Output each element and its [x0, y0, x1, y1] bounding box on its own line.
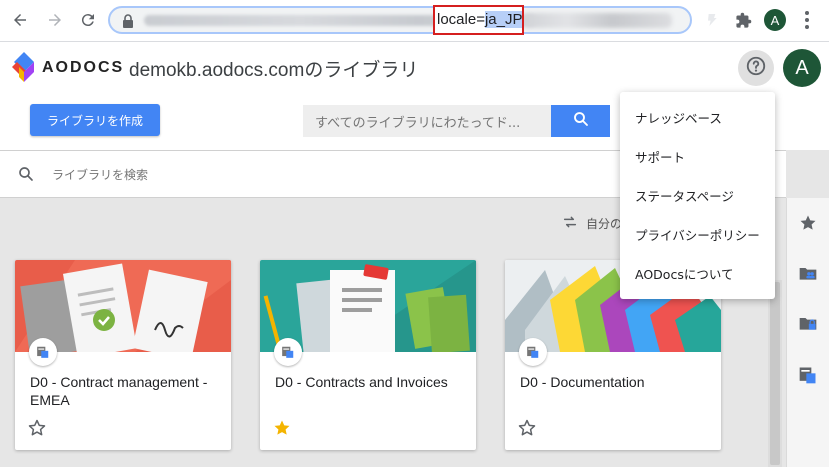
- star-icon[interactable]: [517, 418, 537, 438]
- locale-value: ja_JP: [484, 11, 523, 28]
- card-title: D0 - Contract management - EMEA: [30, 374, 208, 408]
- menu-item-support[interactable]: サポート: [620, 137, 775, 176]
- sort-control[interactable]: 自分の: [562, 214, 622, 233]
- menu-item-about[interactable]: AODocsについて: [620, 254, 775, 293]
- sort-label: 自分の: [586, 217, 623, 231]
- menu-item-knowledge-base[interactable]: ナレッジベース: [620, 98, 775, 137]
- reload-icon[interactable]: [76, 8, 100, 32]
- profile-avatar[interactable]: A: [764, 9, 786, 31]
- extension-icon[interactable]: [700, 8, 724, 32]
- global-search-button[interactable]: [551, 105, 610, 137]
- sort-swap-icon: [562, 214, 578, 233]
- locale-highlight: locale=ja_JP: [433, 5, 524, 35]
- address-bar[interactable]: [108, 6, 692, 34]
- menu-item-status-page[interactable]: ステータスページ: [620, 176, 775, 215]
- locale-param: locale=: [437, 11, 485, 28]
- page-title: demokb.aodocs.comのライブラリ: [129, 60, 419, 81]
- card-title: D0 - Documentation: [520, 374, 645, 390]
- search-icon: [17, 165, 35, 187]
- star-icon[interactable]: [27, 418, 47, 438]
- browser-toolbar: locale=ja_JP A: [0, 0, 829, 42]
- library-icon[interactable]: [797, 364, 819, 386]
- forward-icon[interactable]: [43, 8, 67, 32]
- menu-item-privacy-policy[interactable]: プライバシーポリシー: [620, 215, 775, 254]
- create-library-button[interactable]: ライブラリを作成: [30, 104, 160, 136]
- help-button[interactable]: [738, 50, 774, 86]
- star-icon[interactable]: [797, 212, 819, 234]
- help-circle-icon: [745, 55, 767, 81]
- app-header: AODOCS demokb.aodocs.comのライブラリ A: [0, 42, 829, 94]
- search-icon: [572, 110, 590, 132]
- library-icon: [29, 338, 57, 366]
- library-search-input[interactable]: ライブラリを検索: [52, 166, 148, 183]
- blurred-url-tail: [522, 13, 672, 28]
- library-icon: [274, 338, 302, 366]
- help-menu: ナレッジベース サポート ステータスページ プライバシーポリシー AODocsに…: [620, 92, 775, 299]
- user-avatar[interactable]: A: [783, 49, 821, 87]
- shared-folder-icon[interactable]: [797, 262, 819, 284]
- scrollbar-thumb[interactable]: [770, 282, 780, 465]
- star-icon[interactable]: [272, 418, 292, 438]
- card-title: D0 - Contracts and Invoices: [275, 374, 448, 390]
- browser-menu-icon[interactable]: [797, 8, 817, 32]
- locked-folder-icon[interactable]: [797, 312, 819, 334]
- library-card[interactable]: D0 - Contract management - EMEA: [15, 260, 231, 450]
- lock-icon: [122, 13, 134, 28]
- aodocs-logo: [12, 50, 36, 84]
- puzzle-icon[interactable]: [731, 8, 755, 32]
- back-icon[interactable]: [8, 8, 32, 32]
- global-search-input[interactable]: すべてのライブラリにわたってド...: [303, 105, 551, 137]
- right-rail: [786, 198, 829, 467]
- library-card[interactable]: D0 - Contracts and Invoices: [260, 260, 476, 450]
- brand-name: AODOCS: [42, 59, 125, 76]
- library-icon: [519, 338, 547, 366]
